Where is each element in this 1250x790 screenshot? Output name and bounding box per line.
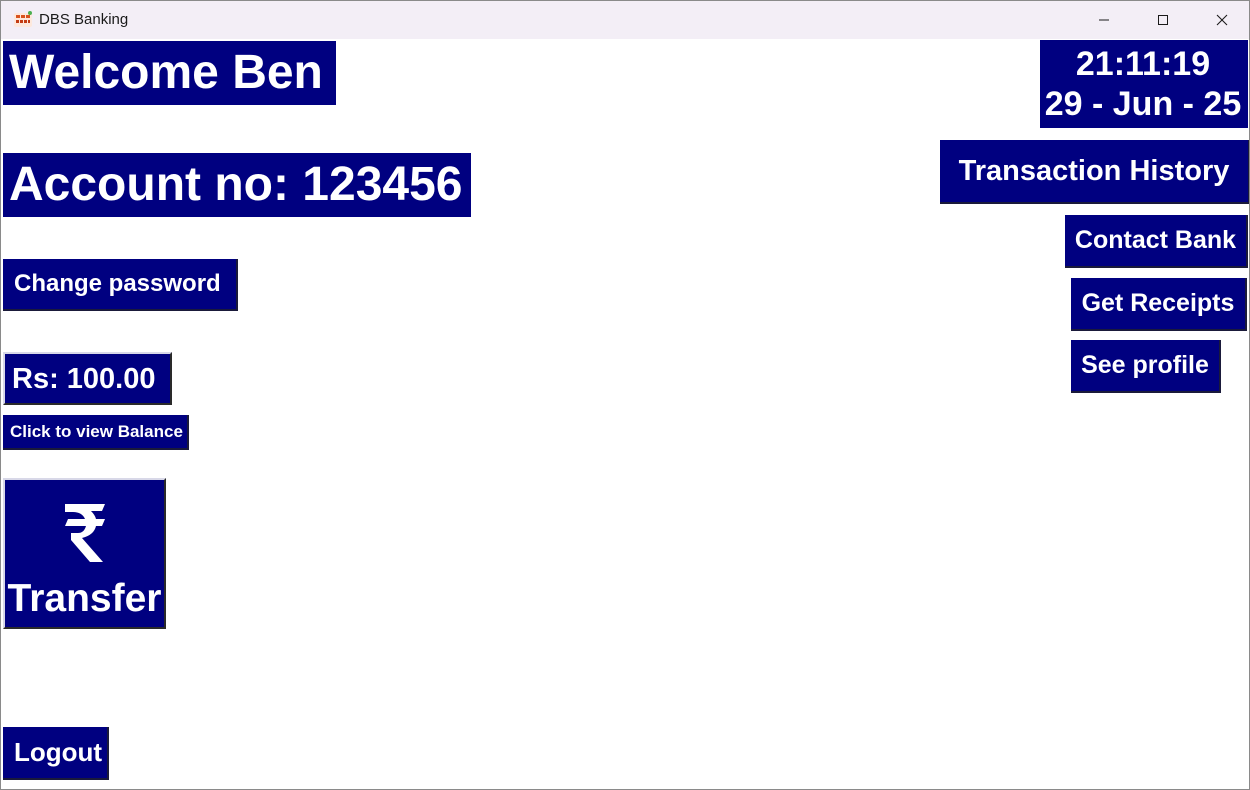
app-window: DBS Banking Welcome Ben Account no: 1234… <box>0 0 1250 790</box>
balance-button[interactable]: Rs: 100.00 <box>3 352 172 405</box>
get-receipts-button[interactable]: Get Receipts <box>1071 278 1247 331</box>
transaction-history-button[interactable]: Transaction History <box>940 140 1249 204</box>
change-password-button[interactable]: Change password <box>3 259 238 311</box>
contact-bank-button[interactable]: Contact Bank <box>1065 215 1248 268</box>
clock-time: 21:11:19 <box>1075 45 1211 83</box>
dashboard: Welcome Ben Account no: 123456 Change pa… <box>1 39 1249 789</box>
window-title: DBS Banking <box>39 11 129 28</box>
maximize-button[interactable] <box>1134 1 1192 39</box>
logout-button[interactable]: Logout <box>3 727 109 780</box>
transfer-button[interactable]: Transfer <box>3 478 166 629</box>
rupee-icon <box>65 504 105 562</box>
close-icon <box>1216 14 1228 26</box>
welcome-label: Welcome Ben <box>3 41 336 105</box>
account-number-label: Account no: 123456 <box>3 153 471 217</box>
title-bar[interactable]: DBS Banking <box>1 1 1249 39</box>
close-button[interactable] <box>1193 1 1249 39</box>
minimize-icon <box>1099 19 1109 21</box>
maximize-icon <box>1158 15 1168 25</box>
clock-date: 29 - Jun - 25 <box>1044 85 1242 123</box>
clock-display: 21:11:19 29 - Jun - 25 <box>1040 40 1248 128</box>
dbs-bank-logo-icon <box>14 11 32 27</box>
minimize-button[interactable] <box>1075 1 1133 39</box>
see-profile-button[interactable]: See profile <box>1071 340 1221 393</box>
view-balance-button[interactable]: Click to view Balance <box>3 415 189 450</box>
transfer-label: Transfer <box>7 577 162 620</box>
